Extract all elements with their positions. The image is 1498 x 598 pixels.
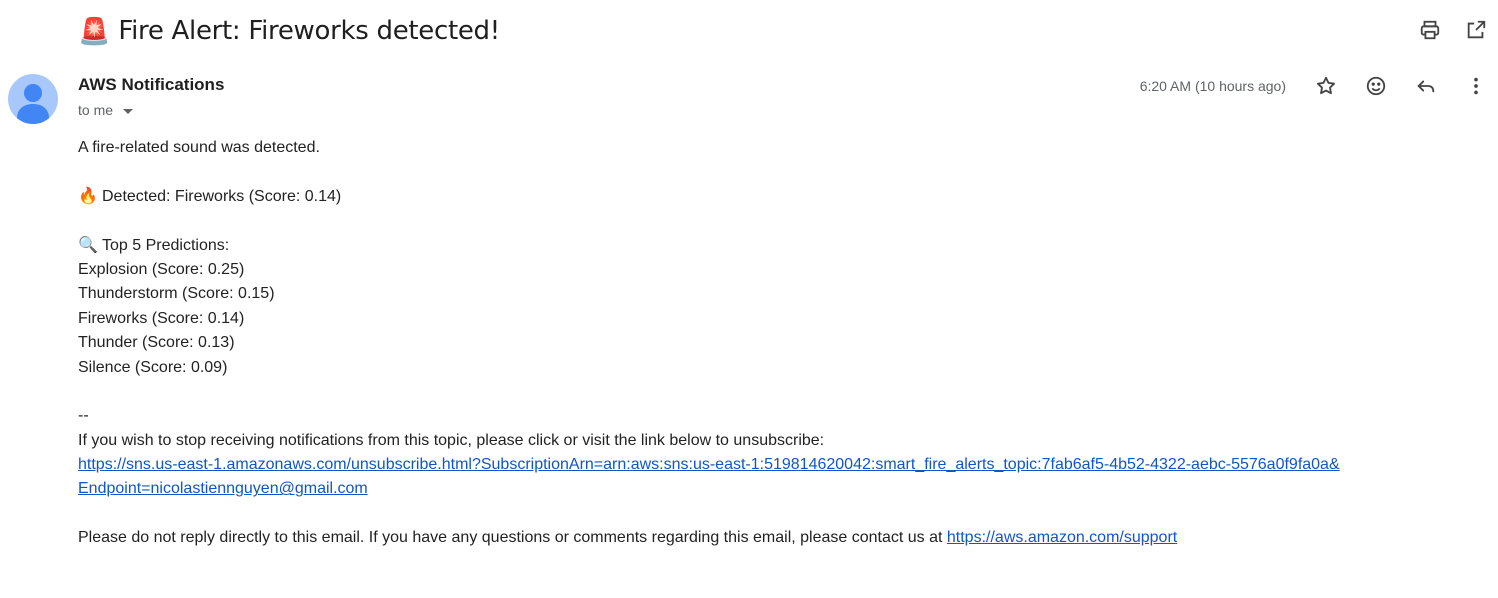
unsubscribe-text: If you wish to stop receiving notificati… (78, 431, 825, 449)
reply-icon[interactable] (1414, 74, 1438, 98)
detected-line: 🔥 Detected: Fireworks (Score: 0.14) (78, 185, 1340, 209)
recipient-details-toggle[interactable]: to me (78, 102, 134, 118)
prediction-item: Thunder (Score: 0.13) (78, 334, 235, 352)
chevron-down-icon (123, 108, 134, 114)
email-body: A fire-related sound was detected. 🔥 Dete… (78, 136, 1340, 551)
siren-icon: 🚨 (78, 16, 111, 46)
sender-name[interactable]: AWS Notifications (78, 75, 224, 95)
thread-actions (1418, 18, 1488, 42)
prediction-item: Explosion (Score: 0.25) (78, 260, 245, 278)
email-subject: 🚨 Fire Alert: Fireworks detected! (78, 14, 500, 48)
message-meta: 6:20 AM (10 hours ago) (1140, 74, 1488, 98)
signature-separator: -- (78, 407, 89, 425)
emoji-reaction-icon[interactable] (1364, 74, 1388, 98)
star-icon[interactable] (1314, 74, 1338, 98)
magnifier-icon: 🔍 (78, 236, 98, 254)
recipient-label: to me (78, 102, 114, 118)
predictions-header: 🔍 Top 5 Predictions: (78, 234, 1340, 258)
intro-text: A fire-related sound was detected. (78, 139, 320, 156)
subject-title: Fire Alert: Fireworks detected! (118, 16, 500, 46)
detected-text: Detected: Fireworks (Score: 0.14) (102, 187, 342, 205)
avatar[interactable] (8, 74, 58, 124)
predictions-header-text: Top 5 Predictions: (102, 236, 230, 254)
footer-text: Please do not reply directly to this ema… (78, 529, 947, 547)
unsubscribe-link[interactable]: https://sns.us-east-1.amazonaws.com/unsu… (78, 456, 1340, 473)
support-link[interactable]: https://aws.amazon.com/support (947, 529, 1177, 546)
print-all-icon[interactable] (1418, 18, 1442, 42)
timestamp: 6:20 AM (10 hours ago) (1139, 78, 1286, 94)
footer-line: Please do not reply directly to this ema… (78, 526, 1340, 550)
fire-icon: 🔥 (78, 187, 98, 205)
prediction-item: Fireworks (Score: 0.14) (78, 309, 245, 327)
unsubscribe-link-continued[interactable]: Endpoint=nicolastiennguyen@gmail.com (78, 480, 368, 497)
more-options-icon[interactable] (1464, 74, 1488, 98)
person-icon (17, 84, 49, 124)
prediction-item: Silence (Score: 0.09) (78, 358, 228, 376)
open-in-new-window-icon[interactable] (1464, 18, 1488, 42)
prediction-item: Thunderstorm (Score: 0.15) (78, 285, 275, 303)
